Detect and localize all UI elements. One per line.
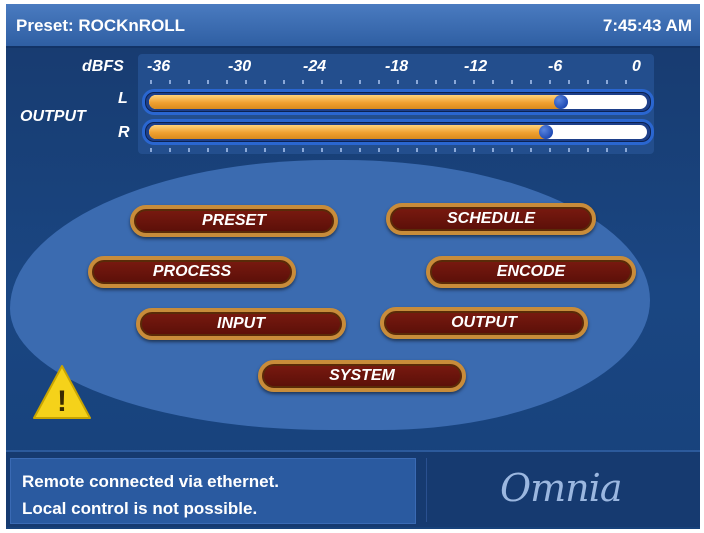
omnia-logo: Omnia [500, 466, 622, 510]
status-message-line2: Local control is not possible. [22, 499, 258, 518]
tick-label: 0 [632, 58, 641, 75]
system-button[interactable]: SYSTEM [258, 360, 466, 392]
warning-symbol: ! [57, 385, 67, 418]
encode-button[interactable]: ENCODE [426, 256, 636, 288]
warning-icon[interactable]: ! [32, 364, 92, 420]
meter-bar-right [142, 119, 654, 145]
process-button[interactable]: PROCESS [88, 256, 296, 288]
preset-name: Preset: ROCKnROLL [16, 16, 186, 35]
tick-label: -36 [147, 58, 171, 75]
tick-label: -30 [228, 58, 252, 75]
output-label: OUTPUT [20, 108, 86, 125]
meter-fill-left [149, 95, 561, 109]
meter-scale-top [150, 80, 640, 84]
meter-knob-right [539, 125, 553, 139]
clock: 7:45:43 AM [602, 16, 692, 35]
input-button[interactable]: INPUT [136, 308, 346, 340]
title-bar: Preset: ROCKnROLL 7:45:43 AM [6, 4, 700, 48]
meter-scale-bottom [150, 148, 640, 152]
channel-label-right: R [118, 124, 130, 141]
tick-label: -12 [464, 58, 488, 75]
schedule-button[interactable]: SCHEDULE [386, 203, 596, 235]
meter-knob-left [554, 95, 568, 109]
preset-button[interactable]: PRESET [130, 205, 338, 237]
dbfs-label: dBFS [82, 58, 124, 75]
status-message-line1: Remote connected via ethernet. [22, 472, 279, 491]
meter-fill-right [149, 125, 546, 139]
channel-label-left: L [118, 90, 128, 107]
tick-label: -24 [303, 58, 327, 75]
tick-label: -6 [548, 58, 563, 75]
tick-label: -18 [385, 58, 409, 75]
output-button[interactable]: OUTPUT [380, 307, 588, 339]
meter-bar-left [142, 89, 654, 115]
